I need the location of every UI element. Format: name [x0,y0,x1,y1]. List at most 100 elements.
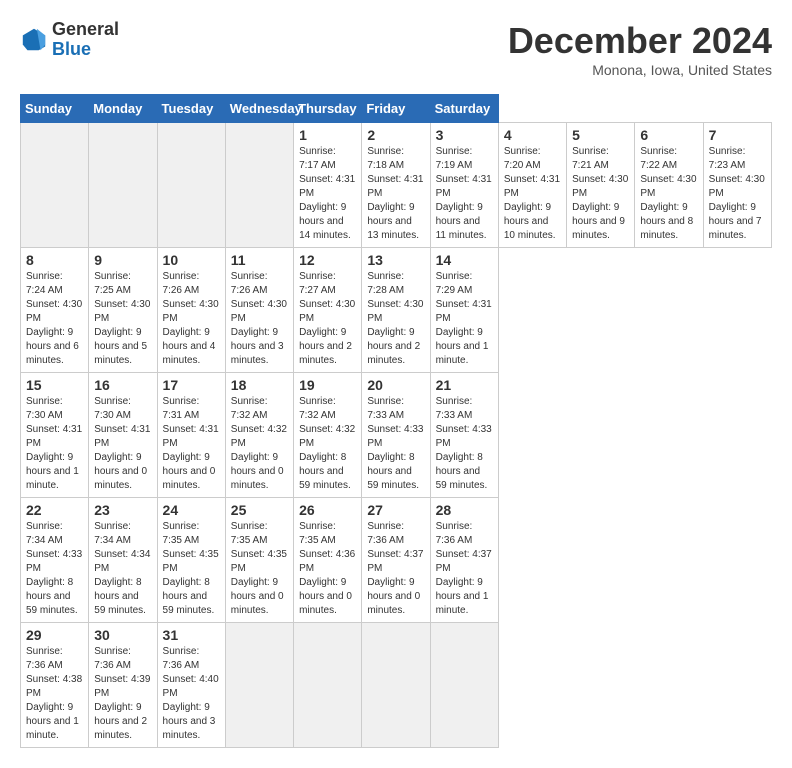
header-cell-friday: Friday [362,95,430,123]
calendar-week-row: 22Sunrise: 7:34 AMSunset: 4:33 PMDayligh… [21,498,772,623]
header-cell-saturday: Saturday [430,95,498,123]
day-info: Sunrise: 7:28 AMSunset: 4:30 PMDaylight:… [367,270,424,368]
calendar-cell: 22Sunrise: 7:34 AMSunset: 4:33 PMDayligh… [21,498,89,623]
logo-line1: General [52,20,119,40]
day-info: Sunrise: 7:30 AMSunset: 4:31 PMDaylight:… [94,395,151,493]
calendar-title: December 2024 [508,20,772,62]
day-info: Sunrise: 7:32 AMSunset: 4:32 PMDaylight:… [231,395,288,493]
calendar-cell: 14Sunrise: 7:29 AMSunset: 4:31 PMDayligh… [430,248,498,373]
day-number: 5 [572,127,629,143]
calendar-cell [225,623,293,748]
day-number: 24 [163,502,220,518]
day-info: Sunrise: 7:26 AMSunset: 4:30 PMDaylight:… [163,270,220,368]
day-number: 10 [163,252,220,268]
calendar-cell [157,123,225,248]
calendar-cell: 24 Sunrise: 7:35 AMSunset: 4:35 PMDayligh… [157,498,225,623]
calendar-cell: 31 Sunrise: 7:36 AMSunset: 4:40 PMDayligh… [157,623,225,748]
day-info: Sunrise: 7:35 AMSunset: 4:35 PMDaylight:… [231,520,288,618]
calendar-header-row: SundayMondayTuesdayWednesdayThursdayFrid… [21,95,772,123]
day-info: Sunrise: 7:34 AMSunset: 4:33 PMDaylight:… [26,520,83,618]
day-info: Sunrise: 7:19 AMSunset: 4:31 PMDaylight:… [436,145,493,243]
calendar-cell: 27 Sunrise: 7:36 AMSunset: 4:37 PMDayligh… [362,498,430,623]
calendar-cell: 19 Sunrise: 7:32 AMSunset: 4:32 PMDayligh… [294,373,362,498]
day-info: Sunrise: 7:36 AMSunset: 4:38 PMDaylight:… [26,645,83,743]
calendar-cell [21,123,89,248]
calendar-week-row: 1 Sunrise: 7:17 AMSunset: 4:31 PMDaylight… [21,123,772,248]
calendar-table: SundayMondayTuesdayWednesdayThursdayFrid… [20,94,772,748]
calendar-cell: 21 Sunrise: 7:33 AMSunset: 4:33 PMDayligh… [430,373,498,498]
day-number: 12 [299,252,356,268]
day-info: Sunrise: 7:33 AMSunset: 4:33 PMDaylight:… [367,395,424,493]
calendar-week-row: 15 Sunrise: 7:30 AMSunset: 4:31 PMDayligh… [21,373,772,498]
day-number: 17 [163,377,220,393]
day-number: 3 [436,127,493,143]
day-info: Sunrise: 7:33 AMSunset: 4:33 PMDaylight:… [436,395,493,493]
day-number: 13 [367,252,424,268]
day-number: 25 [231,502,288,518]
day-info: Sunrise: 7:35 AMSunset: 4:35 PMDaylight:… [163,520,220,618]
day-info: Sunrise: 7:27 AMSunset: 4:30 PMDaylight:… [299,270,356,368]
day-number: 31 [163,627,220,643]
day-number: 27 [367,502,424,518]
calendar-cell: 6Sunrise: 7:22 AMSunset: 4:30 PMDaylight… [635,123,703,248]
calendar-cell: 25 Sunrise: 7:35 AMSunset: 4:35 PMDayligh… [225,498,293,623]
header-cell-monday: Monday [89,95,157,123]
calendar-subtitle: Monona, Iowa, United States [508,62,772,78]
day-info: Sunrise: 7:36 AMSunset: 4:37 PMDaylight:… [367,520,424,618]
day-number: 21 [436,377,493,393]
day-info: Sunrise: 7:29 AMSunset: 4:31 PMDaylight:… [436,270,493,368]
day-number: 2 [367,127,424,143]
calendar-cell: 23 Sunrise: 7:34 AMSunset: 4:34 PMDayligh… [89,498,157,623]
day-number: 11 [231,252,288,268]
calendar-cell: 9Sunrise: 7:25 AMSunset: 4:30 PMDaylight… [89,248,157,373]
day-info: Sunrise: 7:32 AMSunset: 4:32 PMDaylight:… [299,395,356,493]
day-info: Sunrise: 7:36 AMSunset: 4:40 PMDaylight:… [163,645,220,743]
day-info: Sunrise: 7:34 AMSunset: 4:34 PMDaylight:… [94,520,151,618]
day-info: Sunrise: 7:17 AMSunset: 4:31 PMDaylight:… [299,145,356,243]
day-info: Sunrise: 7:26 AMSunset: 4:30 PMDaylight:… [231,270,288,368]
day-number: 9 [94,252,151,268]
day-info: Sunrise: 7:23 AMSunset: 4:30 PMDaylight:… [709,145,766,243]
calendar-cell: 3 Sunrise: 7:19 AMSunset: 4:31 PMDaylight… [430,123,498,248]
calendar-cell [362,623,430,748]
logo: General Blue [20,20,119,60]
day-number: 28 [436,502,493,518]
calendar-week-row: 29Sunrise: 7:36 AMSunset: 4:38 PMDayligh… [21,623,772,748]
day-info: Sunrise: 7:21 AMSunset: 4:30 PMDaylight:… [572,145,629,243]
day-number: 19 [299,377,356,393]
day-number: 26 [299,502,356,518]
day-number: 18 [231,377,288,393]
day-number: 16 [94,377,151,393]
day-info: Sunrise: 7:24 AMSunset: 4:30 PMDaylight:… [26,270,83,368]
header-cell-sunday: Sunday [21,95,89,123]
day-number: 1 [299,127,356,143]
day-info: Sunrise: 7:18 AMSunset: 4:31 PMDaylight:… [367,145,424,243]
calendar-cell: 13 Sunrise: 7:28 AMSunset: 4:30 PMDayligh… [362,248,430,373]
calendar-cell: 18 Sunrise: 7:32 AMSunset: 4:32 PMDayligh… [225,373,293,498]
day-number: 15 [26,377,83,393]
day-info: Sunrise: 7:36 AMSunset: 4:37 PMDaylight:… [436,520,493,618]
calendar-cell: 1 Sunrise: 7:17 AMSunset: 4:31 PMDaylight… [294,123,362,248]
calendar-cell: 10 Sunrise: 7:26 AMSunset: 4:30 PMDayligh… [157,248,225,373]
calendar-cell: 26Sunrise: 7:35 AMSunset: 4:36 PMDayligh… [294,498,362,623]
day-info: Sunrise: 7:20 AMSunset: 4:31 PMDaylight:… [504,145,561,243]
calendar-cell: 20Sunrise: 7:33 AMSunset: 4:33 PMDayligh… [362,373,430,498]
calendar-cell: 17Sunrise: 7:31 AMSunset: 4:31 PMDayligh… [157,373,225,498]
calendar-cell [430,623,498,748]
calendar-cell [294,623,362,748]
header-cell-thursday: Thursday [294,95,362,123]
day-number: 4 [504,127,561,143]
day-number: 23 [94,502,151,518]
calendar-cell: 4 Sunrise: 7:20 AMSunset: 4:31 PMDaylight… [498,123,566,248]
header-cell-tuesday: Tuesday [157,95,225,123]
day-number: 6 [640,127,697,143]
calendar-cell: 7Sunrise: 7:23 AMSunset: 4:30 PMDaylight… [703,123,771,248]
calendar-cell: 30Sunrise: 7:36 AMSunset: 4:39 PMDayligh… [89,623,157,748]
title-area: December 2024 Monona, Iowa, United State… [508,20,772,78]
calendar-cell: 15Sunrise: 7:30 AMSunset: 4:31 PMDayligh… [21,373,89,498]
logo-line2: Blue [52,40,119,60]
calendar-cell: 11 Sunrise: 7:26 AMSunset: 4:30 PMDayligh… [225,248,293,373]
calendar-cell [89,123,157,248]
calendar-cell: 16 Sunrise: 7:30 AMSunset: 4:31 PMDayligh… [89,373,157,498]
calendar-cell: 2 Sunrise: 7:18 AMSunset: 4:31 PMDaylight… [362,123,430,248]
